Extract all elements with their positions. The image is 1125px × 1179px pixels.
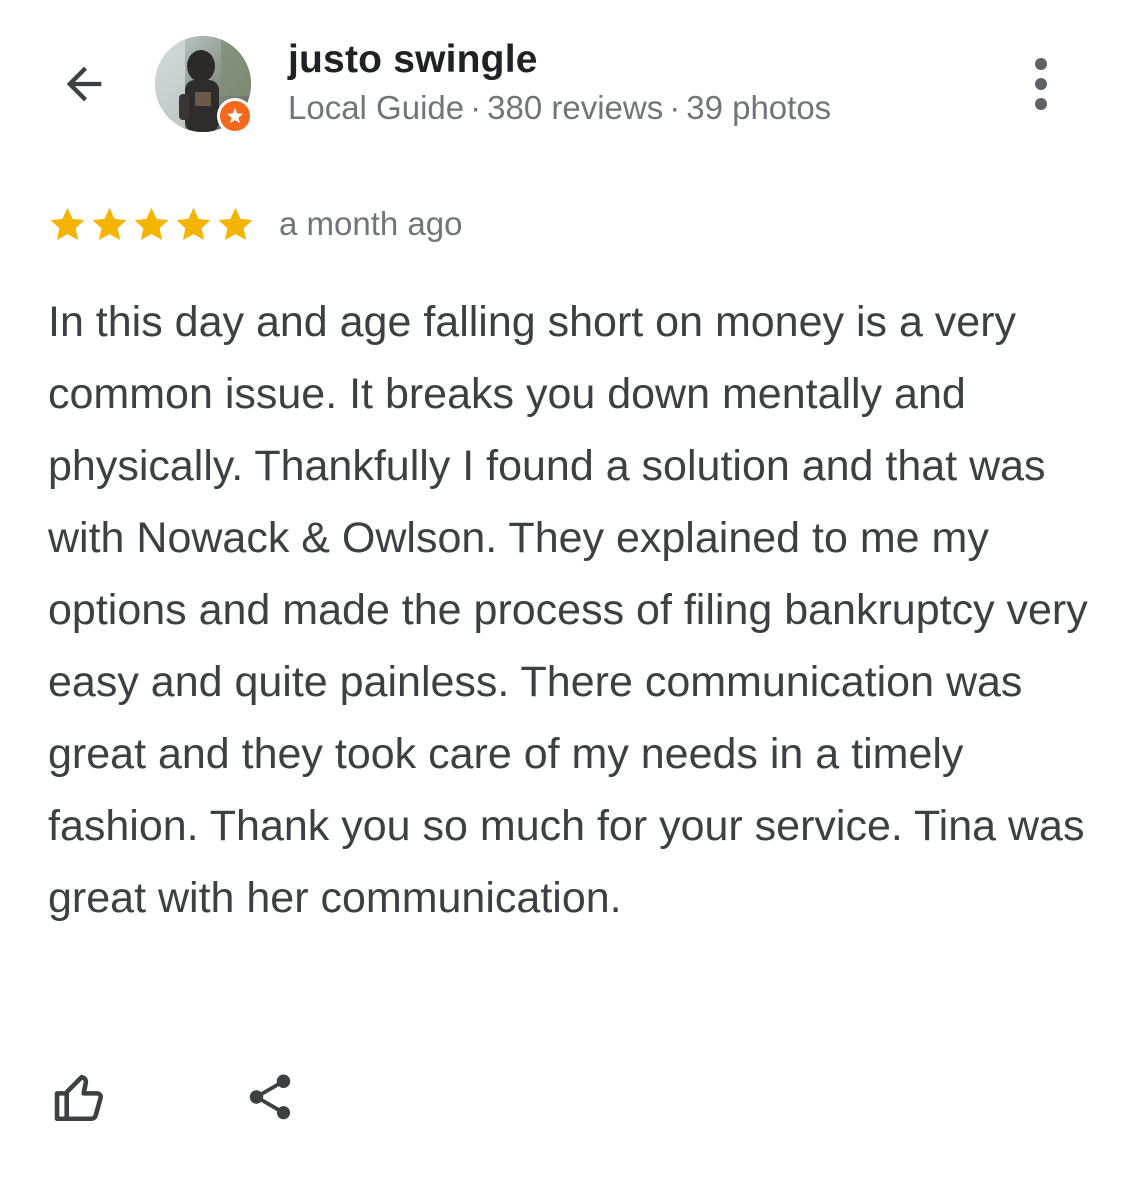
more-vert-icon-dot [1035, 78, 1047, 90]
local-guide-badge [217, 98, 253, 134]
review-header: justo swingle Local Guide · 380 reviews · 39… [0, 0, 1125, 150]
meta-separator: · [669, 89, 681, 126]
star-rating [48, 205, 255, 244]
review-actions [48, 1062, 302, 1132]
photos-count: 39 photos [686, 89, 832, 126]
reviews-count: 380 reviews [487, 89, 664, 126]
local-guide-label: Local Guide [288, 89, 465, 126]
star-icon [92, 207, 127, 240]
star-icon [50, 207, 85, 240]
more-vert-icon-dot [1035, 98, 1047, 110]
more-vert-icon-dot [1035, 58, 1047, 70]
share-icon [249, 1074, 291, 1120]
user-meta: Local Guide · 380 reviews · 39 photos [288, 89, 831, 127]
more-options-button[interactable] [1016, 52, 1066, 116]
meta-separator: · [470, 89, 482, 126]
arrow-back-icon [66, 66, 102, 102]
like-button[interactable] [48, 1065, 112, 1129]
star-icon [134, 207, 169, 240]
rating-row: a month ago [48, 200, 462, 248]
local-guide-star-icon [227, 108, 243, 124]
thumbs-up-icon [54, 1074, 103, 1122]
back-button[interactable] [52, 52, 116, 116]
share-button[interactable] [238, 1065, 302, 1129]
avatar[interactable] [155, 36, 253, 134]
review-text: In this day and age falling short on mon… [48, 298, 1088, 922]
review-date: a month ago [279, 205, 463, 242]
star-icon [176, 207, 211, 240]
star-icon [218, 207, 253, 240]
user-name[interactable]: justo swingle [288, 38, 538, 82]
